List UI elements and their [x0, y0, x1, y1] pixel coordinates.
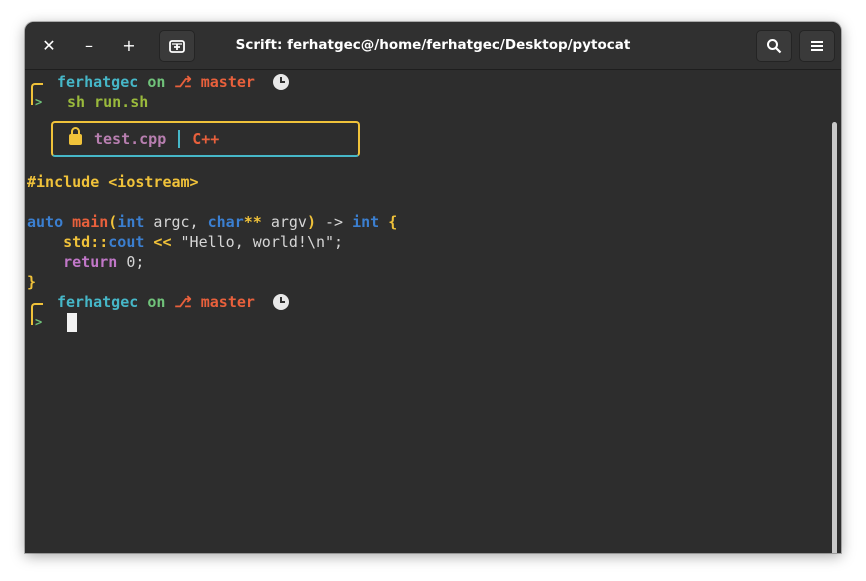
prompt-branch: master [200, 73, 255, 91]
fn-main: main [72, 213, 109, 231]
brace-open: { [379, 213, 398, 231]
paren-close: ) [306, 213, 316, 231]
prompt-user: ferhatgec [57, 73, 139, 91]
terminal-output[interactable]: ferhatgec on ⎇ master > sh run.sh test.cp… [25, 70, 841, 553]
file-language: C++ [192, 130, 220, 148]
kw-auto: auto [27, 213, 64, 231]
lock-icon [69, 127, 82, 145]
kw-int-return: int [352, 213, 380, 231]
code-line-cout: std::cout << "Hello, world!\n"; [27, 232, 343, 252]
return-arrow: -> [316, 213, 353, 231]
file-header-content: test.cpp C++ [69, 127, 220, 149]
prompt-user: ferhatgec [57, 293, 139, 311]
code-line-main: auto main(int argc, char** argv) -> int … [27, 212, 397, 232]
search-button[interactable] [756, 30, 792, 62]
code-line-return: return 0; [27, 252, 144, 272]
command-text: sh run.sh [67, 93, 149, 111]
scrollbar[interactable] [832, 122, 837, 553]
clock-icon [272, 74, 289, 90]
file-header: test.cpp C++ [51, 121, 360, 157]
code-line-close: } [27, 273, 37, 291]
header-separator [178, 130, 181, 148]
scope-op: :: [90, 233, 109, 251]
prompt-line: ferhatgec on ⎇ master [57, 292, 289, 312]
window-title: Scrift: ferhatgec@/home/ferhatgec/Deskto… [235, 37, 631, 53]
prompt-arrow: > [35, 315, 43, 329]
title-bar: ✕ – + Scrift: ferhatgec@/home/ferhatgec/… [25, 22, 841, 70]
prompt-branch: master [200, 293, 255, 311]
stream-op: << [144, 233, 172, 251]
search-icon [767, 39, 782, 54]
return-value: 0; [117, 253, 145, 271]
include-keyword: #include [27, 173, 100, 191]
terminal-window: ✕ – + Scrift: ferhatgec@/home/ferhatgec/… [25, 22, 841, 553]
ns-std: std [63, 233, 91, 251]
code-line-include: #include <iostream> [27, 172, 199, 192]
clock-icon [272, 294, 289, 310]
menu-button[interactable] [799, 30, 835, 62]
prompt-arrow: > [35, 95, 43, 109]
param-argv: argv [261, 213, 307, 231]
branch-icon: ⎇ [174, 293, 192, 311]
kw-char: char [207, 213, 244, 231]
cout: cout [108, 233, 145, 251]
hamburger-menu-icon [811, 41, 823, 51]
prompt-line: ferhatgec on ⎇ master [57, 72, 289, 92]
param-argc: argc, [144, 213, 208, 231]
paren-open: ( [108, 213, 118, 231]
kw-int: int [117, 213, 145, 231]
branch-icon: ⎇ [174, 73, 192, 91]
prompt-on: on [147, 293, 166, 311]
prompt-on: on [147, 73, 166, 91]
string-literal: "Hello, world!\n"; [171, 233, 344, 251]
text-cursor [67, 313, 77, 332]
ptr-stars: ** [243, 213, 262, 231]
kw-return: return [63, 253, 118, 271]
file-name: test.cpp [94, 130, 167, 148]
include-target: <iostream> [108, 173, 199, 191]
